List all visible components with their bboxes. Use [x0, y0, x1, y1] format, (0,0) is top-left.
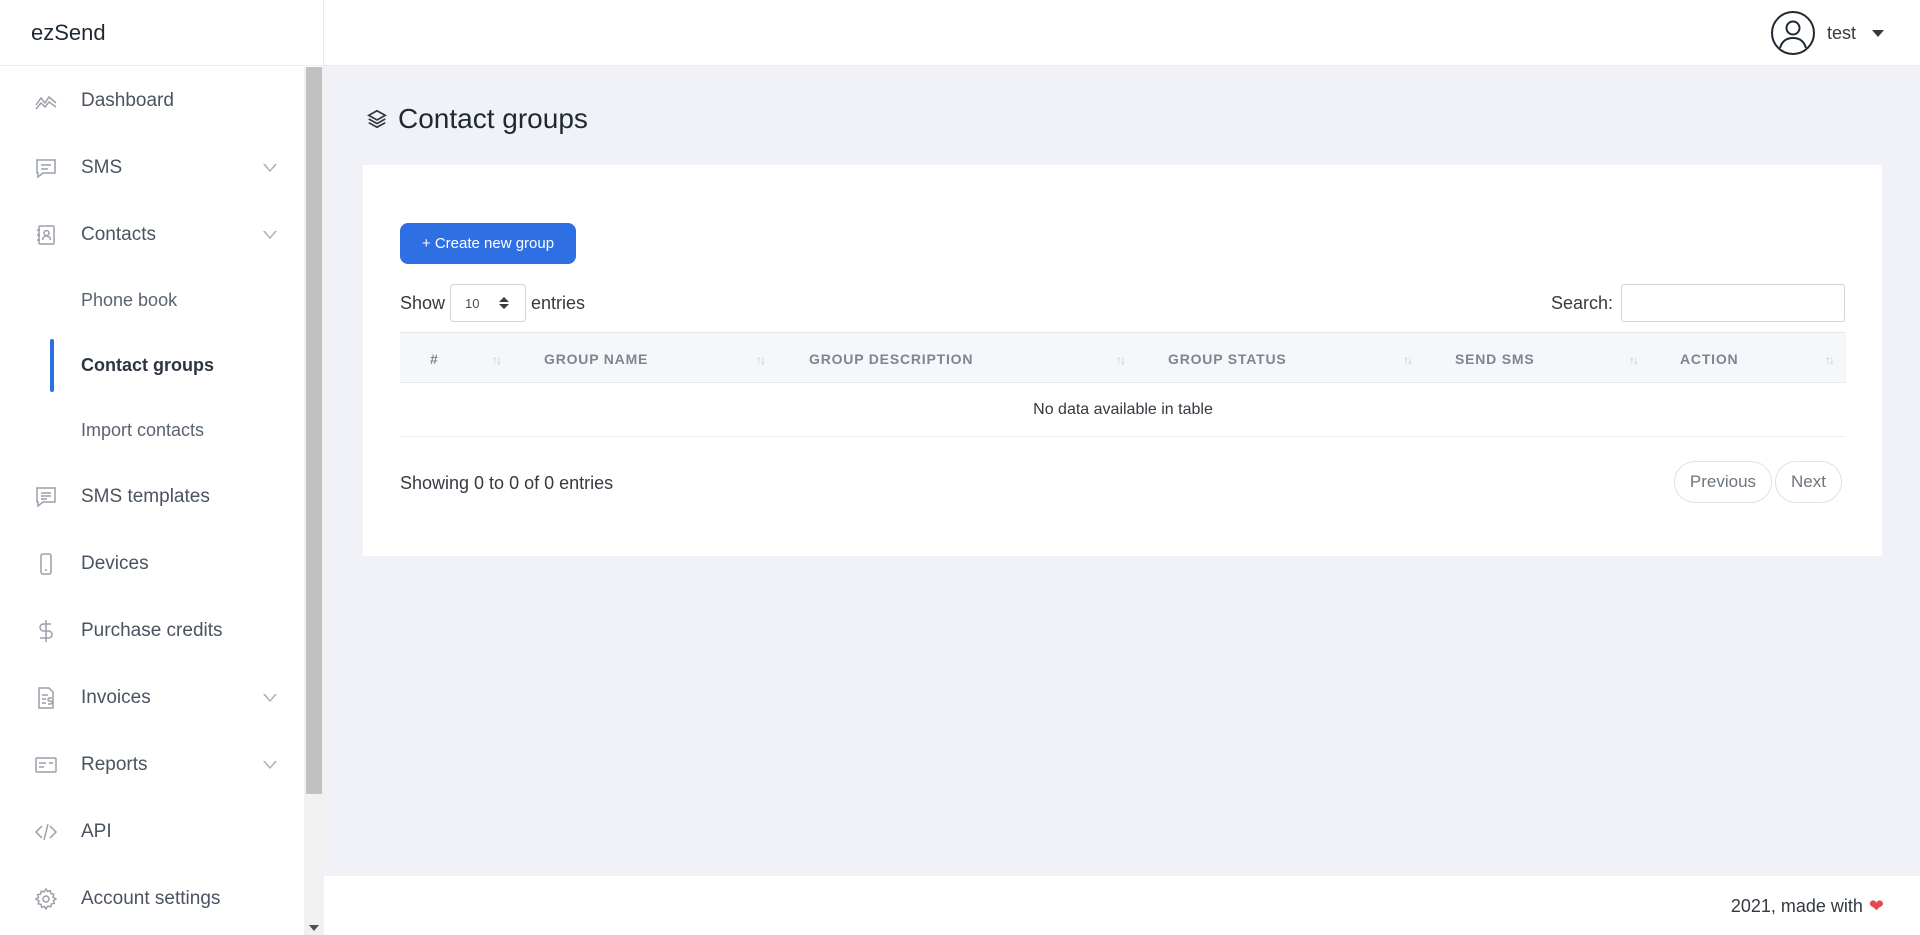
address-book-icon	[33, 222, 59, 248]
sidebar-item-label: Reports	[81, 753, 148, 775]
sidebar-item-contacts[interactable]: Contacts	[0, 201, 304, 268]
sidebar-nav: Dashboard SMS Contacts Phone book Contac…	[0, 67, 304, 935]
gear-icon	[33, 886, 59, 912]
sidebar-item-label: Invoices	[81, 686, 151, 708]
sidebar-item-label: API	[81, 820, 112, 842]
sort-icon: ↑↓	[1825, 353, 1835, 367]
message-icon	[33, 155, 59, 181]
footer: 2021, made with ❤	[324, 876, 1920, 935]
scroll-down-arrow-icon[interactable]	[309, 925, 319, 931]
dollar-icon	[33, 618, 59, 644]
column-header-group-description[interactable]: GROUP DESCRIPTION	[809, 333, 973, 384]
column-header-send-sms[interactable]: SEND SMS	[1455, 333, 1535, 384]
column-header-number[interactable]: #	[430, 333, 439, 384]
sidebar-item-account-settings[interactable]: Account settings	[0, 865, 304, 932]
sidebar-item-invoices[interactable]: Invoices	[0, 664, 304, 731]
sort-down-icon	[499, 304, 510, 309]
page-title: Contact groups	[398, 103, 588, 134]
sidebar-item-contact-groups[interactable]: Contact groups	[0, 333, 304, 398]
column-header-group-status[interactable]: GROUP STATUS	[1168, 333, 1287, 384]
groups-table: # ↑↓ GROUP NAME ↑↓ GROUP DESCRIPTION ↑↓ …	[400, 332, 1846, 437]
footer-text: 2021, made with ❤	[1730, 896, 1884, 916]
table-empty-row: No data available in table	[400, 383, 1846, 437]
sort-icon: ↑↓	[1629, 353, 1639, 367]
scrollbar-thumb[interactable]	[306, 67, 322, 794]
sidebar-item-dashboard[interactable]: Dashboard	[0, 67, 304, 134]
sidebar-item-label: Purchase credits	[81, 619, 223, 641]
empty-message: No data available in table	[1033, 400, 1213, 418]
sort-up-icon	[499, 297, 510, 302]
search-label: Search:	[1550, 292, 1613, 313]
sort-icon: ↑↓	[1116, 353, 1126, 367]
create-group-button[interactable]: + Create new group	[400, 223, 576, 264]
show-label: Show	[400, 292, 446, 313]
sidebar-item-label: SMS	[81, 156, 123, 178]
sort-icon: ↑↓	[492, 353, 502, 367]
sidebar-item-label: SMS templates	[81, 485, 210, 507]
invoice-icon	[33, 685, 59, 711]
column-header-group-name[interactable]: GROUP NAME	[544, 333, 648, 384]
chevron-down-icon	[263, 693, 277, 702]
pagination: Previous Next	[1671, 461, 1842, 503]
brand-logo[interactable]: ezSend	[0, 0, 323, 66]
sidebar-scrollbar[interactable]	[304, 67, 324, 935]
sidebar-item-label: Contact groups	[81, 355, 214, 375]
sidebar-item-label: Import contacts	[81, 420, 205, 440]
sidebar-item-devices[interactable]: Devices	[0, 530, 304, 597]
page-header: Contact groups	[366, 103, 588, 135]
template-icon	[33, 484, 59, 510]
entries-label: entries	[531, 292, 586, 313]
groups-card: + Create new group Show 10 entries Searc…	[363, 165, 1882, 556]
sidebar-item-reports[interactable]: Reports	[0, 731, 304, 798]
chevron-down-icon	[263, 163, 277, 172]
pagination-info: Showing 0 to 0 of 0 entries	[400, 473, 614, 493]
sidebar-item-import-contacts[interactable]: Import contacts	[0, 398, 304, 463]
table-header: # ↑↓ GROUP NAME ↑↓ GROUP DESCRIPTION ↑↓ …	[400, 332, 1846, 383]
chevron-down-icon	[1872, 29, 1884, 37]
page-size-control: Show 10 entries	[400, 284, 585, 322]
sidebar-item-label: Devices	[81, 552, 149, 574]
sidebar-item-label: Dashboard	[81, 89, 174, 111]
sidebar-item-phone-book[interactable]: Phone book	[0, 268, 304, 333]
page-size-value: 10	[465, 295, 480, 311]
sidebar-item-label: Account settings	[81, 887, 221, 909]
sidebar-item-label: Contacts	[81, 223, 156, 245]
chevron-down-icon	[263, 760, 277, 769]
search-control: Search:	[1551, 284, 1845, 322]
sidebar-item-api[interactable]: API	[0, 798, 304, 865]
avatar	[1770, 11, 1815, 55]
sidebar-item-sms[interactable]: SMS	[0, 134, 304, 201]
mobile-device-icon	[33, 551, 59, 577]
sidebar: ezSend Dashboard SMS Contacts Phone book…	[0, 0, 324, 935]
report-icon	[33, 752, 59, 778]
sidebar-item-purchase-credits[interactable]: Purchase credits	[0, 597, 304, 664]
user-name: test	[1826, 22, 1856, 43]
sidebar-item-label: Phone book	[81, 290, 178, 310]
sort-icon: ↑↓	[1403, 353, 1413, 367]
search-input[interactable]	[1621, 284, 1845, 322]
chevron-down-icon	[263, 230, 277, 239]
topbar: test	[324, 0, 1920, 66]
user-icon	[1779, 20, 1807, 49]
user-menu[interactable]: test	[1770, 11, 1884, 55]
heart-icon: ❤	[1868, 896, 1884, 916]
sidebar-item-sms-templates[interactable]: SMS templates	[0, 463, 304, 530]
column-header-action[interactable]: ACTION	[1680, 333, 1738, 384]
layers-icon	[367, 109, 387, 129]
page-size-select[interactable]: 10	[450, 284, 527, 322]
activity-chart-icon	[33, 88, 59, 114]
next-page-button[interactable]: Next	[1775, 461, 1842, 503]
code-icon	[33, 819, 59, 845]
previous-page-button[interactable]: Previous	[1673, 461, 1773, 503]
sort-icon: ↑↓	[756, 353, 766, 367]
